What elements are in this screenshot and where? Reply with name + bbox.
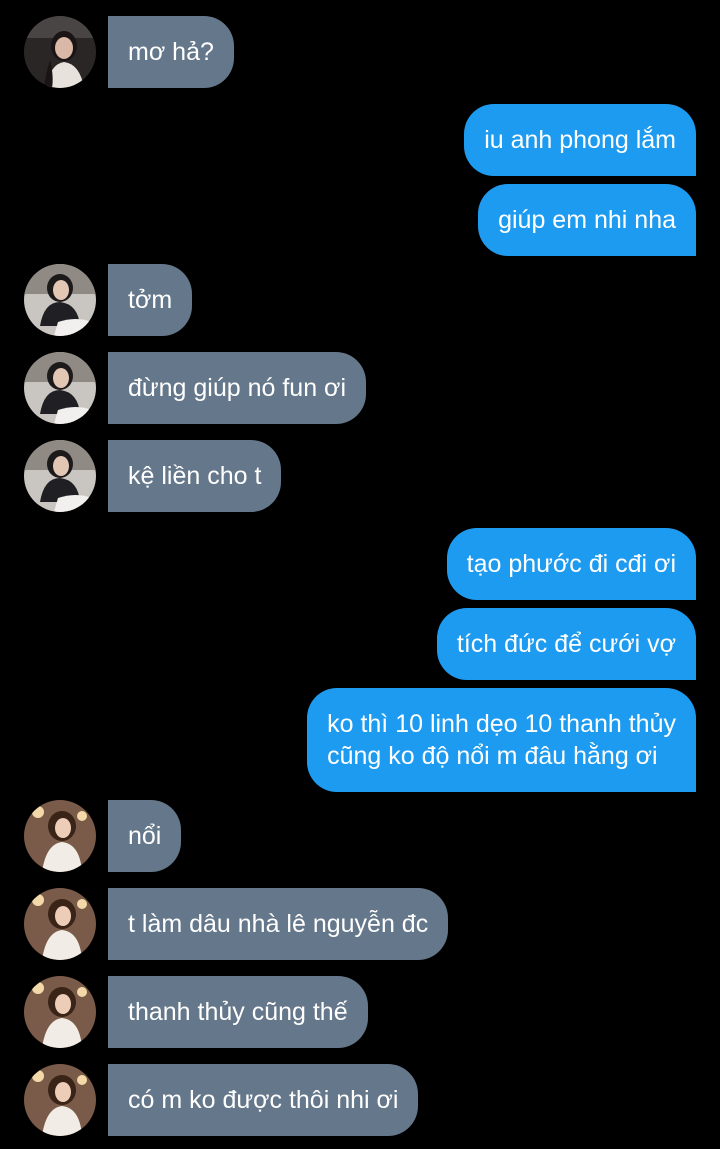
incoming-message-bubble[interactable]: nổi <box>108 800 182 872</box>
message-text-line: ko thì 10 linh dẹo 10 thanh thủy <box>327 710 676 738</box>
sender-avatar[interactable] <box>24 440 96 512</box>
message-text: t làm dâu nhà lê nguyễn đc <box>128 910 429 938</box>
sender-avatar[interactable] <box>24 800 96 872</box>
sender-avatar[interactable] <box>24 888 96 960</box>
message-text-line: cũng ko độ nổi m đâu hằng ơi <box>327 742 658 770</box>
message-text: giúp em nhi nha <box>498 206 676 234</box>
outgoing-message-bubble[interactable]: ko thì 10 linh dẹo 10 thanh thủy cũng ko… <box>307 688 696 792</box>
sender-avatar[interactable] <box>24 352 96 424</box>
message-text: có m ko được thôi nhi ơi <box>128 1086 399 1114</box>
avatar-photo-icon <box>24 16 96 88</box>
message-text: mơ hả? <box>128 38 214 66</box>
message-text: tởm <box>128 286 173 314</box>
outgoing-message-bubble[interactable]: iu anh phong lắm <box>464 104 696 176</box>
avatar-photo-icon <box>24 888 96 960</box>
incoming-message-bubble[interactable]: tởm <box>108 264 193 336</box>
incoming-message-bubble[interactable]: mơ hả? <box>108 16 234 88</box>
incoming-message-bubble[interactable]: đừng giúp nó fun ơi <box>108 352 367 424</box>
sender-avatar[interactable] <box>24 1064 96 1136</box>
avatar-photo-icon <box>24 976 96 1048</box>
sender-avatar[interactable] <box>24 976 96 1048</box>
incoming-message-bubble[interactable]: thanh thủy cũng thế <box>108 976 368 1048</box>
outgoing-message-bubble[interactable]: giúp em nhi nha <box>478 184 696 256</box>
outgoing-message-bubble[interactable]: tích đức để cưới vợ <box>436 608 696 680</box>
message-text: kệ liền cho t <box>128 462 262 490</box>
sender-avatar[interactable] <box>24 264 96 336</box>
avatar-photo-icon <box>24 264 96 336</box>
avatar-photo-icon <box>24 440 96 512</box>
message-text: nổi <box>128 822 162 850</box>
message-text: iu anh phong lắm <box>484 126 676 154</box>
avatar-photo-icon <box>24 800 96 872</box>
avatar-photo-icon <box>24 1064 96 1136</box>
incoming-message-bubble[interactable]: t làm dâu nhà lê nguyễn đc <box>108 888 449 960</box>
avatar-photo-icon <box>24 352 96 424</box>
message-text: tích đức để cưới vợ <box>456 630 676 658</box>
incoming-message-bubble[interactable]: có m ko được thôi nhi ơi <box>108 1064 419 1136</box>
message-text: tạo phước đi cđi ơi <box>466 550 676 578</box>
incoming-message-bubble[interactable]: kệ liền cho t <box>108 440 282 512</box>
outgoing-message-bubble[interactable]: tạo phước đi cđi ơi <box>446 528 696 600</box>
sender-avatar[interactable] <box>24 16 96 88</box>
message-text: thanh thủy cũng thế <box>128 998 348 1026</box>
message-text: đừng giúp nó fun ơi <box>128 374 347 402</box>
